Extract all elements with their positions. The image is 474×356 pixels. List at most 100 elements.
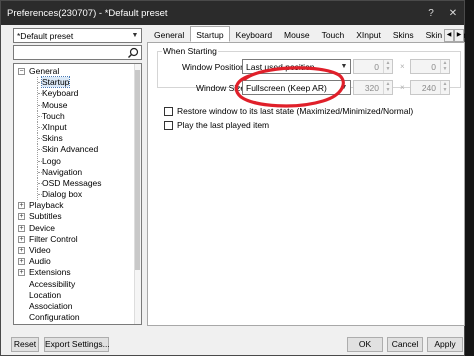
window-size-dropdown[interactable]: Fullscreen (Keep AR) ▼ bbox=[242, 80, 351, 95]
tab-scroll-left-icon[interactable]: ◀ bbox=[444, 29, 454, 42]
tab-mouse[interactable]: Mouse bbox=[278, 28, 316, 42]
cancel-button[interactable]: Cancel bbox=[387, 337, 423, 352]
window-position-value: Last used position bbox=[246, 61, 315, 72]
window-position-dropdown[interactable]: Last used position ▼ bbox=[242, 59, 351, 74]
tree-item-label: Mouse bbox=[42, 99, 68, 110]
size-width-value: 320 bbox=[364, 82, 379, 93]
tree-guide-line bbox=[37, 77, 42, 89]
tab-startup[interactable]: Startup bbox=[190, 26, 230, 42]
tab-skins[interactable]: Skins bbox=[387, 28, 420, 42]
title-bar[interactable]: Preferences(230707) - *Default preset ? … bbox=[1, 1, 464, 25]
position-y-value: 0 bbox=[431, 61, 436, 72]
tree-item[interactable]: + Audio bbox=[14, 256, 141, 267]
tree-guide-line bbox=[37, 177, 42, 189]
startup-page: When Starting Window Position: Last used… bbox=[147, 42, 465, 326]
restore-state-option[interactable]: Restore window to its last state (Maximi… bbox=[164, 106, 413, 116]
tree-item[interactable]: Location bbox=[14, 290, 141, 301]
tree-item[interactable]: + Video bbox=[14, 245, 141, 256]
play-last-option[interactable]: Play the last played item bbox=[164, 120, 269, 130]
tree-guide-line bbox=[37, 88, 42, 100]
tree-item[interactable]: Skins bbox=[14, 133, 141, 145]
play-last-label: Play the last played item bbox=[177, 120, 270, 130]
tab-bar: General Startup Keyboard Mouse Touch XInput Sk… bbox=[148, 26, 474, 42]
tree-item[interactable]: XInput bbox=[14, 121, 141, 133]
collapse-icon[interactable]: − bbox=[18, 68, 25, 75]
background-strip bbox=[465, 0, 474, 356]
expand-icon[interactable]: + bbox=[18, 213, 25, 221]
play-last-checkbox[interactable] bbox=[164, 120, 173, 130]
spinner-arrows-icon: ▲ ▼ bbox=[440, 81, 449, 94]
search-icon[interactable] bbox=[127, 47, 139, 59]
tree-item-label: Filter Control bbox=[29, 233, 78, 244]
tree-item[interactable]: Skin Advanced bbox=[14, 144, 141, 156]
tree-item[interactable]: + Playback bbox=[14, 200, 141, 211]
scrollbar-thumb[interactable] bbox=[135, 70, 140, 270]
tree-item[interactable]: Association bbox=[14, 301, 141, 312]
tab-scroll-right-icon[interactable]: ▶ bbox=[454, 29, 464, 42]
tree-item[interactable]: Accessibility bbox=[14, 279, 141, 290]
expand-icon[interactable]: + bbox=[18, 235, 25, 243]
tree-item-label: Extensions bbox=[29, 267, 71, 278]
tree-item[interactable]: Keyboard bbox=[14, 88, 141, 100]
spinner-arrows-icon: ▲ ▼ bbox=[440, 60, 449, 73]
tree-item[interactable]: − General bbox=[14, 66, 141, 77]
tab-touch[interactable]: Touch bbox=[316, 28, 351, 42]
tree-item-label: Playback bbox=[29, 200, 64, 211]
tree-item-label: Location bbox=[29, 289, 62, 300]
tree-item-label: Dialog box bbox=[42, 189, 83, 200]
reset-button[interactable]: Reset bbox=[11, 337, 39, 352]
tree-guide-line bbox=[37, 99, 42, 111]
search-field[interactable] bbox=[13, 45, 142, 60]
tree-item-label: Skins bbox=[42, 133, 63, 144]
tree-item[interactable]: + Extensions bbox=[14, 267, 141, 278]
tree-item-label: Device bbox=[29, 222, 55, 233]
tree-scrollbar[interactable] bbox=[134, 64, 141, 324]
help-button[interactable]: ? bbox=[420, 1, 442, 25]
times-separator: × bbox=[400, 83, 405, 92]
preset-value: *Default preset bbox=[17, 30, 74, 41]
expand-icon[interactable]: + bbox=[18, 224, 25, 232]
position-y-spinner: 0 ▲ ▼ bbox=[410, 59, 450, 74]
tree-item[interactable]: + Device bbox=[14, 223, 141, 234]
tree-item[interactable]: OSD Messages bbox=[14, 177, 141, 189]
tree-item-label: Video bbox=[29, 245, 51, 255]
chevron-down-icon: ▼ bbox=[340, 63, 348, 70]
size-height-spinner: 240 ▲ ▼ bbox=[410, 80, 450, 95]
tree-guide-line bbox=[37, 133, 42, 145]
tree-item-label: Touch bbox=[42, 110, 65, 121]
tree-item[interactable]: Logo bbox=[14, 155, 141, 167]
expand-icon[interactable]: + bbox=[18, 202, 25, 210]
expand-icon[interactable]: + bbox=[18, 247, 25, 254]
tree-item[interactable]: Startup bbox=[14, 76, 141, 89]
tree-item[interactable]: Configuration bbox=[14, 312, 141, 323]
tree-item-label: Startup bbox=[40, 76, 71, 89]
tree-item[interactable]: + Filter Control bbox=[14, 234, 141, 245]
tree-item-label: Skin Advanced bbox=[42, 144, 99, 155]
restore-state-checkbox[interactable] bbox=[164, 106, 173, 116]
tab-keyboard[interactable]: Keyboard bbox=[230, 28, 278, 42]
restore-state-label: Restore window to its last state (Maximi… bbox=[177, 106, 414, 116]
tree-item[interactable]: Dialog box bbox=[14, 189, 141, 201]
tree-item[interactable]: + Subtitles bbox=[14, 211, 141, 222]
tab-general[interactable]: General bbox=[148, 28, 190, 42]
tree-item[interactable]: Mouse bbox=[14, 99, 141, 111]
group-title: When Starting bbox=[162, 46, 218, 56]
tree-item-label: XInput bbox=[42, 121, 67, 132]
settings-tree[interactable]: − General Startup Keyboard Mouse Touch XInput S… bbox=[13, 63, 142, 325]
apply-button[interactable]: Apply bbox=[427, 337, 463, 352]
close-button[interactable]: ✕ bbox=[442, 1, 464, 25]
export-settings-button[interactable]: Export Settings... bbox=[44, 337, 110, 352]
preset-dropdown[interactable]: *Default preset ▼ bbox=[13, 28, 142, 43]
tab-xinput[interactable]: XInput bbox=[350, 28, 387, 42]
expand-icon[interactable]: + bbox=[18, 258, 25, 266]
ok-button[interactable]: OK bbox=[347, 337, 383, 352]
window-size-value: Fullscreen (Keep AR) bbox=[246, 82, 327, 93]
tree-item[interactable]: Navigation bbox=[14, 166, 141, 178]
expand-icon[interactable]: + bbox=[18, 269, 25, 277]
spinner-arrows-icon: ▲ ▼ bbox=[383, 81, 392, 94]
tree-item[interactable]: Touch bbox=[14, 110, 141, 122]
tree-item-label: Association bbox=[29, 300, 73, 311]
tree-guide-line bbox=[37, 121, 42, 133]
tree-item-label: General bbox=[29, 66, 60, 76]
search-input[interactable] bbox=[14, 46, 122, 59]
